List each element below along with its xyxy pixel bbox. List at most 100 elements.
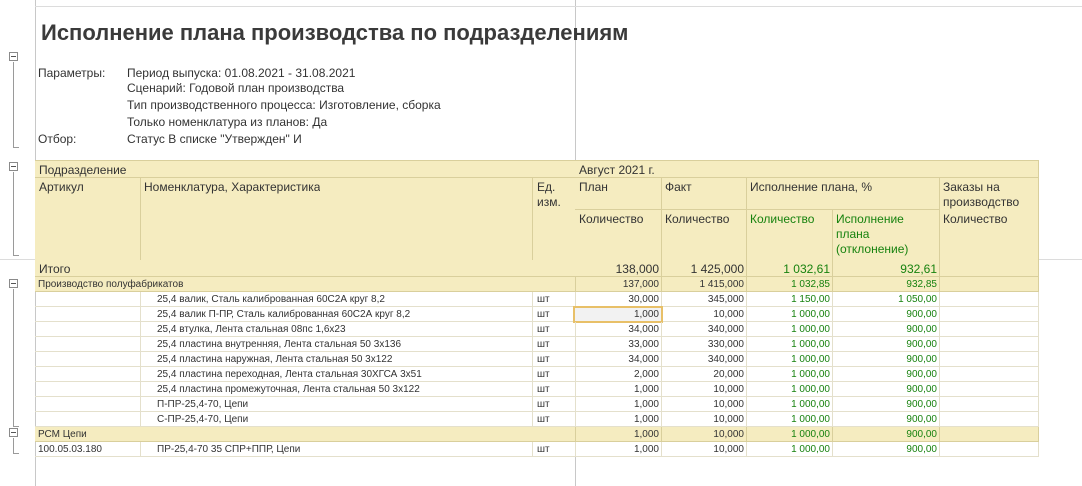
row-col-line	[939, 260, 940, 277]
row-exec: 1 000,00	[791, 354, 830, 365]
header-execution: Исполнение плана, %	[750, 180, 872, 194]
header-divider	[35, 160, 1038, 161]
row-col-line	[1038, 337, 1039, 352]
sheet-row-divider	[35, 6, 1082, 7]
collapse-group-toggle[interactable]	[9, 428, 18, 437]
row-col-line	[939, 397, 940, 412]
param-filter: Статус В списке "Утвержден" И	[127, 132, 302, 146]
header-plan: План	[579, 180, 608, 194]
param-scenario: Сценарий: Годовой план производства	[127, 81, 345, 95]
total-fact: 1 425,000	[690, 262, 744, 276]
row-col-line	[1038, 352, 1039, 367]
row-col-line	[1038, 322, 1039, 337]
row-col-line	[939, 277, 940, 292]
row-col-line	[1038, 307, 1039, 322]
row-col-line	[140, 442, 141, 457]
header-exec-deviation: Исполнение плана (отклонение)	[836, 212, 909, 256]
row-col-line	[1038, 442, 1039, 457]
filter-label: Отбор:	[38, 132, 77, 146]
row-unit: шт	[537, 414, 550, 425]
row-col-line	[532, 337, 533, 352]
row-fact: 10,000	[713, 444, 744, 455]
total-label: Итого	[39, 262, 71, 276]
header-qty-plan: Количество	[579, 212, 644, 226]
header-qty-exec: Количество	[750, 212, 815, 226]
row-col-line	[1038, 382, 1039, 397]
group-bracket	[13, 438, 19, 454]
row-exec: 1 000,00	[791, 444, 830, 455]
row-col-line	[1038, 260, 1039, 277]
row-unit: шт	[537, 354, 550, 365]
row-col-line	[939, 412, 940, 427]
row-plan: 2,000	[633, 369, 659, 380]
row-col-line	[532, 382, 533, 397]
row-col-line	[532, 352, 533, 367]
row-fact: 10,000	[713, 414, 744, 425]
row-nomenclature: 25,4 пластина переходная, Лента стальная…	[157, 369, 422, 380]
collapse-header-toggle[interactable]	[9, 162, 18, 171]
row-exec: 1 000,00	[791, 414, 830, 425]
row-fact: 20,000	[713, 369, 744, 380]
row-nomenclature: ПР-25,4-70 35 СПР+ППР, Цепи	[157, 444, 301, 455]
row-col-line	[939, 337, 940, 352]
row-col-line	[532, 442, 533, 457]
row-col-line	[140, 397, 141, 412]
row-col-line	[939, 292, 940, 307]
row-nomenclature: С-ПР-25,4-70, Цепи	[157, 414, 249, 425]
header-month: Август 2021 г.	[579, 163, 655, 177]
row-nomenclature: 25,4 пластина внутренняя, Лента стальная…	[157, 339, 402, 350]
row-nomenclature: 25,4 валик, Сталь калиброванная 60С2А кр…	[157, 294, 385, 305]
row-col-line	[1038, 412, 1039, 427]
row-plan: 1,000	[633, 444, 659, 455]
header-orders: Заказы на производство	[943, 180, 1020, 209]
group-exec: 1 032,85	[791, 279, 830, 290]
row-col-line	[1038, 277, 1039, 292]
group-bracket	[13, 289, 19, 427]
params-label: Параметры:	[38, 66, 106, 80]
group-dev: 932,85	[906, 279, 937, 290]
row-col-line	[140, 412, 141, 427]
row-col-line	[939, 322, 940, 337]
row-col-line	[939, 367, 940, 382]
row-line	[35, 456, 1038, 457]
header-article: Артикул	[39, 180, 84, 194]
row-col-line	[532, 322, 533, 337]
row-dev: 900,00	[906, 354, 937, 365]
row-plan: 34,000	[628, 324, 659, 335]
row-exec: 1 000,00	[791, 384, 830, 395]
header-col-line	[939, 177, 940, 260]
group-name: РСМ Цепи	[38, 429, 87, 440]
row-fact: 330,000	[707, 339, 744, 350]
row-unit: шт	[537, 309, 550, 320]
header-division: Подразделение	[39, 163, 127, 177]
row-col-line	[939, 427, 940, 442]
total-dev: 932,61	[900, 262, 937, 276]
row-plan: 1,000	[633, 309, 659, 320]
header-group-bracket	[13, 172, 19, 256]
collapse-group-toggle[interactable]	[9, 279, 18, 288]
row-col-line	[1038, 292, 1039, 307]
row-fact: 340,000	[707, 354, 744, 365]
row-col-line	[140, 352, 141, 367]
group-plan: 137,000	[622, 279, 659, 290]
row-col-line	[140, 307, 141, 322]
row-dev: 900,00	[906, 444, 937, 455]
total-plan: 138,000	[615, 262, 659, 276]
param-process-type: Тип производственного процесса: Изготовл…	[127, 98, 441, 112]
row-plan: 34,000	[628, 354, 659, 365]
collapse-params-toggle[interactable]	[9, 52, 18, 61]
row-nomenclature: 25,4 втулка, Лента стальная 08пс 1,6х23	[157, 324, 346, 335]
header-unit: Ед. изм.	[537, 180, 561, 209]
row-unit: шт	[537, 444, 550, 455]
param-only-plans: Только номенклатура из планов: Да	[127, 115, 328, 129]
row-col-line	[140, 292, 141, 307]
group-fact: 1 415,000	[699, 279, 745, 290]
params-group-bracket	[13, 62, 19, 148]
group-exec: 1 000,00	[791, 429, 830, 440]
row-col-line	[939, 382, 940, 397]
row-col-line	[939, 352, 940, 367]
row-exec: 1 000,00	[791, 399, 830, 410]
row-col-line	[532, 397, 533, 412]
header-nomenclature: Номенклатура, Характеристика	[144, 180, 321, 194]
row-col-line	[1038, 397, 1039, 412]
